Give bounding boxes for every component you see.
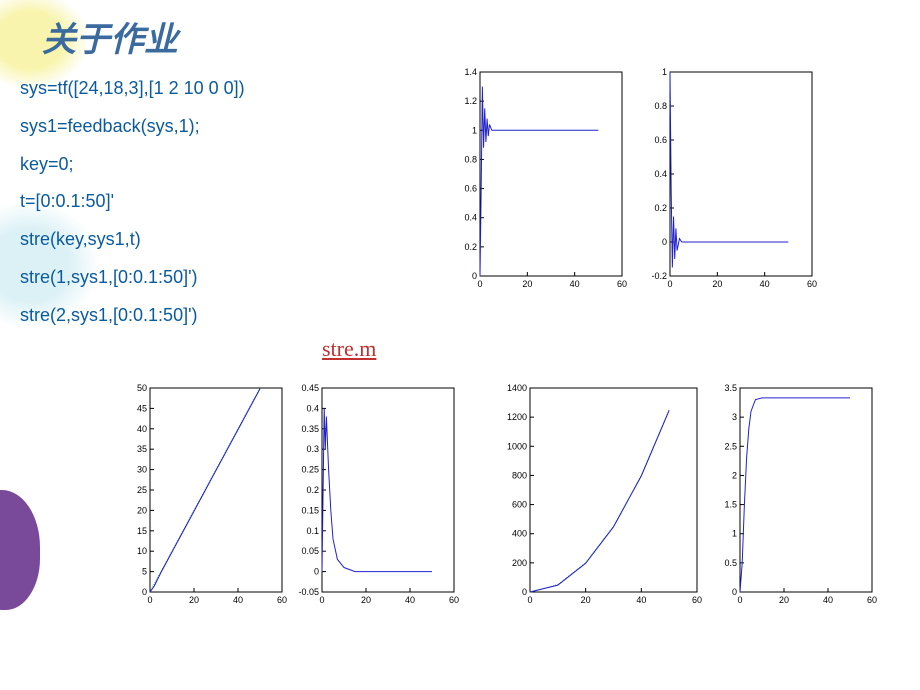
svg-text:20: 20 <box>779 595 789 605</box>
svg-text:60: 60 <box>277 595 287 605</box>
svg-text:0.15: 0.15 <box>301 505 319 515</box>
code-line: stre(key,sys1,t) <box>20 221 245 259</box>
svg-text:2.5: 2.5 <box>724 441 737 451</box>
svg-text:1000: 1000 <box>507 441 527 451</box>
svg-text:3.5: 3.5 <box>724 383 737 393</box>
svg-text:400: 400 <box>512 529 527 539</box>
svg-text:1.2: 1.2 <box>464 96 477 106</box>
svg-text:0.1: 0.1 <box>306 526 319 536</box>
svg-text:40: 40 <box>137 424 147 434</box>
svg-text:0.8: 0.8 <box>464 154 477 164</box>
svg-text:40: 40 <box>823 595 833 605</box>
svg-text:1: 1 <box>662 67 667 77</box>
svg-text:60: 60 <box>867 595 877 605</box>
code-line: sys=tf([24,18,3],[1 2 10 0 0]) <box>20 70 245 108</box>
svg-text:-0.2: -0.2 <box>651 271 667 281</box>
svg-text:0.45: 0.45 <box>301 383 319 393</box>
svg-text:0.25: 0.25 <box>301 465 319 475</box>
svg-text:0: 0 <box>472 271 477 281</box>
svg-text:40: 40 <box>405 595 415 605</box>
svg-text:0: 0 <box>477 279 482 289</box>
svg-text:0: 0 <box>319 595 324 605</box>
chart-ramp-error: 0204060-0.0500.050.10.150.20.250.30.350.… <box>292 380 462 610</box>
svg-text:0.3: 0.3 <box>306 444 319 454</box>
code-line: sys1=feedback(sys,1); <box>20 108 245 146</box>
svg-text:0: 0 <box>522 587 527 597</box>
svg-text:-0.05: -0.05 <box>298 587 319 597</box>
chart-ramp-response: 0 20 40 60 0 5 10 15 20 25 30 35 40 45 50 <box>120 380 290 610</box>
svg-text:30: 30 <box>137 465 147 475</box>
chart-step-response: 0 20 40 60 0 0.2 0.4 0.6 0.8 1 1.2 1.4 <box>450 64 630 294</box>
svg-text:1200: 1200 <box>507 412 527 422</box>
svg-text:0.2: 0.2 <box>306 485 319 495</box>
svg-text:40: 40 <box>570 279 580 289</box>
code-line: key=0; <box>20 146 245 184</box>
code-line: stre(2,sys1,[0:0.1:50]') <box>20 297 245 335</box>
svg-text:40: 40 <box>233 595 243 605</box>
svg-text:60: 60 <box>807 279 817 289</box>
svg-text:0.4: 0.4 <box>306 403 319 413</box>
svg-text:20: 20 <box>522 279 532 289</box>
svg-text:0: 0 <box>737 595 742 605</box>
svg-text:20: 20 <box>712 279 722 289</box>
code-line: stre(1,sys1,[0:0.1:50]') <box>20 259 245 297</box>
svg-text:1400: 1400 <box>507 383 527 393</box>
stre-m-link[interactable]: stre.m <box>322 336 376 362</box>
code-line: t=[0:0.1:50]' <box>20 183 245 221</box>
svg-text:0.5: 0.5 <box>724 558 737 568</box>
svg-text:45: 45 <box>137 403 147 413</box>
svg-text:0: 0 <box>527 595 532 605</box>
svg-text:0: 0 <box>147 595 152 605</box>
svg-text:600: 600 <box>512 500 527 510</box>
svg-text:60: 60 <box>449 595 459 605</box>
svg-text:0.2: 0.2 <box>464 242 477 252</box>
svg-text:40: 40 <box>760 279 770 289</box>
svg-text:10: 10 <box>137 546 147 556</box>
svg-text:20: 20 <box>137 505 147 515</box>
svg-text:5: 5 <box>142 567 147 577</box>
svg-text:0.4: 0.4 <box>464 213 477 223</box>
svg-text:60: 60 <box>692 595 702 605</box>
svg-text:20: 20 <box>581 595 591 605</box>
svg-text:15: 15 <box>137 526 147 536</box>
svg-text:0: 0 <box>667 279 672 289</box>
svg-text:0.4: 0.4 <box>654 169 667 179</box>
svg-text:2: 2 <box>732 470 737 480</box>
chart-step-error: 0204060-0.200.20.40.60.81 <box>640 64 820 294</box>
svg-text:20: 20 <box>189 595 199 605</box>
svg-text:0.2: 0.2 <box>654 203 667 213</box>
svg-text:0.05: 0.05 <box>301 546 319 556</box>
svg-text:0.35: 0.35 <box>301 424 319 434</box>
svg-text:0.6: 0.6 <box>464 184 477 194</box>
svg-text:0: 0 <box>142 587 147 597</box>
svg-text:1.5: 1.5 <box>724 500 737 510</box>
svg-text:25: 25 <box>137 485 147 495</box>
page-title: 关于作业 <box>42 12 178 61</box>
svg-text:20: 20 <box>361 595 371 605</box>
svg-text:0: 0 <box>314 567 319 577</box>
decoration-purple <box>0 490 40 610</box>
svg-text:3: 3 <box>732 412 737 422</box>
svg-text:0: 0 <box>732 587 737 597</box>
code-block: sys=tf([24,18,3],[1 2 10 0 0]) sys1=feed… <box>20 70 245 335</box>
svg-text:0: 0 <box>662 237 667 247</box>
svg-text:800: 800 <box>512 470 527 480</box>
svg-text:0.8: 0.8 <box>654 101 667 111</box>
svg-text:50: 50 <box>137 383 147 393</box>
svg-text:40: 40 <box>636 595 646 605</box>
svg-text:200: 200 <box>512 558 527 568</box>
chart-parabola-error: 0 20 40 60 0 0.5 1 1.5 2 2.5 3 3.5 <box>710 380 880 610</box>
svg-text:1: 1 <box>732 529 737 539</box>
svg-text:1: 1 <box>472 125 477 135</box>
chart-parabola-response: 02040600200400600800100012001400 <box>500 380 705 610</box>
svg-text:60: 60 <box>617 279 627 289</box>
svg-text:1.4: 1.4 <box>464 67 477 77</box>
svg-text:0.6: 0.6 <box>654 135 667 145</box>
svg-text:35: 35 <box>137 444 147 454</box>
